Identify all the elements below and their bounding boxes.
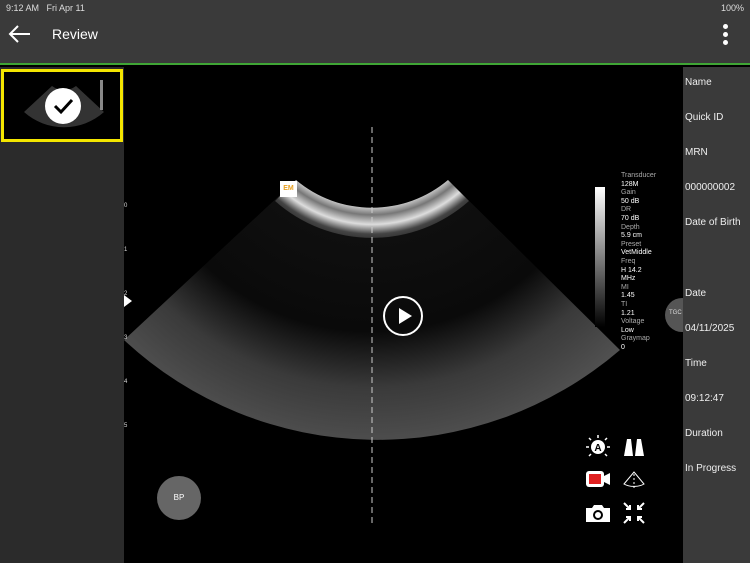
depth-tick: 1 [124, 247, 128, 253]
depth-tick: 2 [124, 291, 128, 297]
checkmark-icon [45, 88, 81, 124]
thumbnail-selected[interactable] [1, 69, 123, 142]
collapse-icon[interactable] [620, 500, 648, 526]
depth-tick: 0 [124, 203, 128, 209]
svg-text:A: A [594, 443, 601, 454]
scan-parameters: Transducer 128M Gain 50 dB DR 70 dB Depth 5.… [621, 172, 657, 351]
depth-tick: 3 [124, 335, 128, 341]
date-label: Date [685, 288, 707, 299]
name-label: Name [685, 77, 712, 88]
status-time: 9:12 AM Fri Apr 11 [6, 3, 85, 13]
quick-id-label: Quick ID [685, 112, 724, 123]
more-menu-icon[interactable] [720, 22, 730, 48]
battery: 100% [720, 3, 744, 13]
duration-label: Duration [685, 428, 723, 439]
back-arrow-icon[interactable] [8, 24, 32, 44]
patient-info-panel: Name Quick ID MRN 000000002 Date of Birt… [683, 67, 750, 563]
duration-value: In Progress [685, 463, 737, 474]
depth-tick: 5 [124, 423, 128, 429]
mrn-label: MRN [685, 147, 708, 158]
sector-guide-icon[interactable] [620, 466, 648, 492]
dual-view-icon[interactable] [620, 434, 648, 460]
page-title: Review [52, 26, 98, 42]
em-logo: EM [280, 181, 297, 197]
play-button[interactable] [383, 296, 423, 336]
graymap-bar [595, 187, 605, 327]
record-video-icon[interactable] [584, 466, 612, 492]
bp-button[interactable]: BP [157, 476, 201, 520]
status-bar: 9:12 AM Fri Apr 11 100% [0, 0, 750, 15]
camera-icon[interactable] [584, 500, 612, 526]
dob-label: Date of Birth [685, 217, 741, 228]
time-value: 09:12:47 [685, 393, 724, 404]
time-label: Time [685, 358, 707, 369]
date-value: 04/11/2025 [685, 323, 735, 334]
header: Review [0, 15, 750, 65]
depth-tick: 4 [124, 379, 128, 385]
thumbnail-panel [0, 67, 124, 563]
mrn-value: 000000002 [685, 182, 736, 193]
auto-brightness-icon[interactable]: A [584, 434, 612, 460]
